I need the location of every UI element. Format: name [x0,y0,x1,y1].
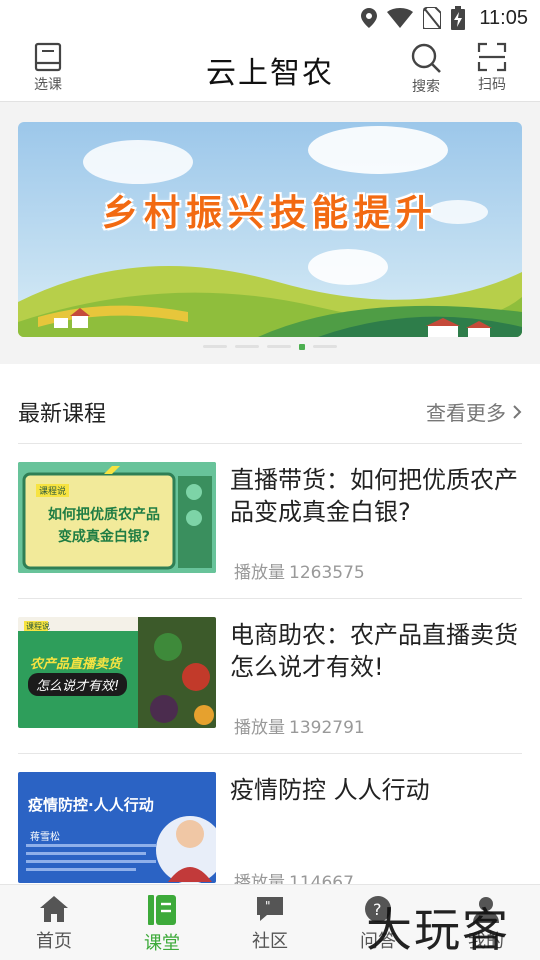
tab-classroom[interactable]: 课堂 [108,885,216,960]
scan-label: 扫码 [478,77,506,93]
no-sim-icon [423,7,442,29]
course-item[interactable]: 课程说 农产品直播卖货 怎么说才有效! 电商助农：农产品直播卖货怎么说才有效! … [18,599,522,754]
carousel-dot [267,345,291,348]
carousel-dot [203,345,227,348]
clock: 11:05 [479,6,528,29]
wifi-icon [387,8,414,28]
carousel-dot [313,345,337,348]
course-thumbnail: 课程说 农产品直播卖货 怎么说才有效! [18,617,216,728]
thumb-line-1: 如何把优质农产品 [48,507,160,523]
carousel-dot [235,345,259,348]
course-title: 疫情防控 人人行动 [230,776,430,804]
tab-community[interactable]: " 社区 [216,885,324,960]
plays-count: 1263575 [289,563,365,583]
plays-label: 播放量 [234,718,285,738]
thumb-badge: 课程说 [36,484,70,497]
plays-count: 1392791 [289,718,365,738]
chevron-right-icon [513,404,522,419]
search-button[interactable]: 搜索 [394,42,458,98]
thumb-line-2: 怎么说才有效! [28,673,128,696]
search-label: 搜索 [412,79,440,95]
carousel-indicator [0,344,540,350]
section-title: 最新课程 [18,401,107,427]
tab-community-label: 社区 [252,931,288,952]
carousel-dot-active [299,344,305,350]
thumb-line-2: 变成真金白银? [57,529,151,545]
see-more-link[interactable]: 查看更多 [426,397,522,426]
app-title: 云上智农 [206,56,334,91]
home-icon [40,896,68,922]
location-icon [361,8,378,28]
scan-button[interactable]: 扫码 [460,42,524,98]
search-icon [411,43,441,73]
battery-charging-icon [451,6,466,30]
thumb-line-1: 农产品直播卖货 [30,657,122,672]
banner-area: 乡村振兴技能提升 [0,102,540,364]
watermark-logo: 大玩客 [366,903,510,957]
banner-headline: 乡村振兴技能提升 [101,192,438,234]
course-thumbnail: 课程说 如何把优质农产品 变成真金白银? [18,462,216,573]
thumb-line-1: 疫情防控·人人行动 [28,796,154,814]
thumb-badge: 课程说 [26,622,50,631]
status-bar: 11:05 [0,0,540,36]
see-more-label: 查看更多 [426,401,506,425]
app-header: 选课 云上智农 搜索 扫码 [0,36,540,102]
latest-courses-header: 最新课程 查看更多 [18,380,522,444]
course-item[interactable]: 课程说 如何把优质农产品 变成真金白银? 直播带货：如何把优质农产品变成真金白银… [18,444,522,599]
banner-carousel[interactable]: 乡村振兴技能提升 [18,122,522,337]
course-plays: 播放量 1392791 [230,713,365,738]
classroom-icon [148,895,176,925]
tab-home[interactable]: 首页 [0,885,108,960]
thumb-name: 蒋雪松 [30,832,60,843]
course-thumbnail: 疫情防控·人人行动 蒋雪松 [18,772,216,883]
course-title: 电商助农：农产品直播卖货怎么说才有效! [230,621,518,681]
course-title: 直播带货：如何把优质农产品变成真金白银? [230,466,518,526]
course-plays: 播放量 1263575 [230,558,365,583]
tab-classroom-label: 课堂 [144,933,180,954]
svg-text:": " [265,899,271,913]
community-icon: " [257,897,283,921]
tab-home-label: 首页 [36,931,72,952]
plays-label: 播放量 [234,563,285,583]
scan-icon [477,42,507,72]
